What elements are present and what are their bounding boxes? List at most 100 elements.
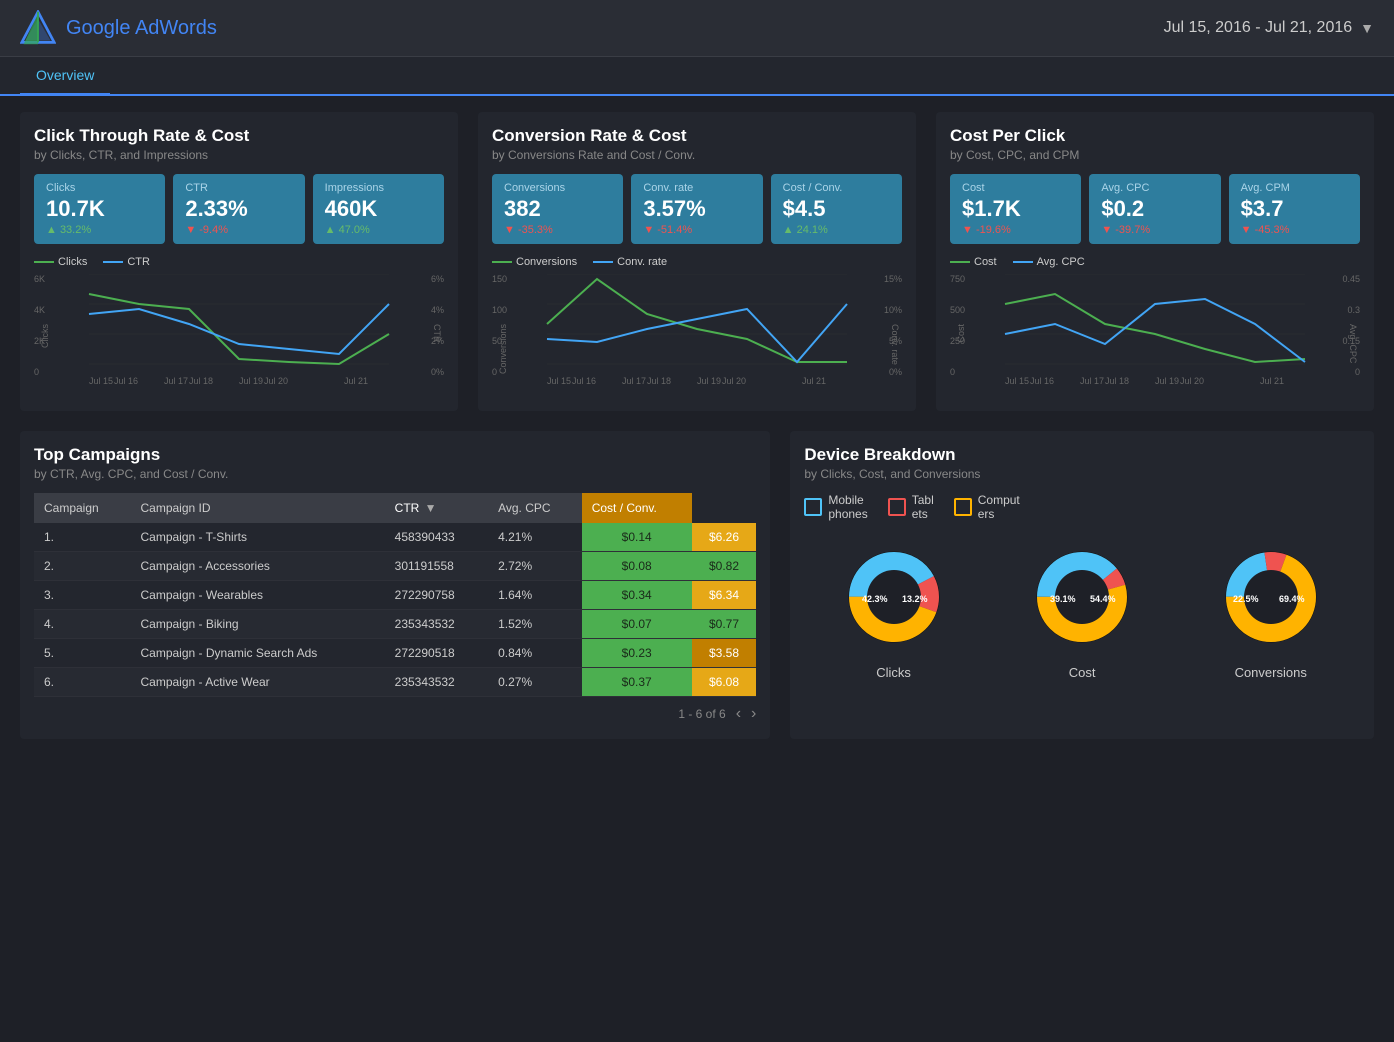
nav-overview[interactable]: Overview — [20, 57, 110, 96]
td-cpc: $0.37 — [582, 668, 692, 697]
legend-cost: Cost — [950, 256, 997, 268]
y-label-ctr: CTR — [432, 324, 442, 343]
td-id: 235343532 — [385, 668, 488, 697]
th-campaign[interactable]: Campaign — [34, 493, 131, 523]
legend-mobile: Mobilephones — [804, 493, 867, 521]
th-conv[interactable]: Cost / Conv. — [582, 493, 692, 523]
pager-prev-button[interactable]: ‹ — [736, 705, 741, 723]
td-conv: $6.08 — [692, 668, 757, 697]
donut-clicks: 42.3% 13.2% Clicks — [834, 537, 954, 680]
cpc-panel: Cost Per Click by Cost, CPC, and CPM Cos… — [936, 112, 1374, 411]
svg-text:Jul 19: Jul 19 — [1155, 376, 1179, 386]
stat-avg-cpc-value: $0.2 — [1101, 196, 1208, 222]
stat-ctr-value: 2.33% — [185, 196, 292, 222]
svg-text:54.4%: 54.4% — [1090, 594, 1116, 604]
td-cpc: $0.07 — [582, 610, 692, 639]
svg-text:39.1%: 39.1% — [1050, 594, 1076, 604]
stat-cost-conv-value: $4.5 — [783, 196, 890, 222]
pager: 1 - 6 of 6 ‹ › — [34, 697, 756, 725]
stat-avg-cpm-change: ▼ -45.3% — [1241, 224, 1348, 236]
bottom-row: Top Campaigns by CTR, Avg. CPC, and Cost… — [20, 431, 1374, 739]
svg-text:Jul 19: Jul 19 — [239, 376, 263, 386]
stat-ctr-label: CTR — [185, 182, 292, 194]
table-row: 1. Campaign - T-Shirts 458390433 4.21% $… — [34, 523, 756, 552]
svg-text:Jul 18: Jul 18 — [647, 376, 671, 386]
device-panel: Device Breakdown by Clicks, Cost, and Co… — [790, 431, 1374, 739]
y-label-avg-cpc: Avg. CPC — [1348, 324, 1358, 363]
computer-label: Computers — [978, 493, 1020, 521]
stat-clicks-change: ▲ 33.2% — [46, 224, 153, 236]
svg-text:Jul 21: Jul 21 — [344, 376, 368, 386]
mobile-label: Mobilephones — [828, 493, 867, 521]
table-row: 3. Campaign - Wearables 272290758 1.64% … — [34, 581, 756, 610]
td-campaign: Campaign - Dynamic Search Ads — [131, 639, 385, 668]
donut-cost-svg: 39.1% 54.4% — [1022, 537, 1142, 657]
td-campaign: Campaign - Accessories — [131, 552, 385, 581]
stat-conversions: Conversions 382 ▼ -35.3% — [492, 174, 623, 244]
conv-rate-subtitle: by Conversions Rate and Cost / Conv. — [492, 148, 902, 162]
campaigns-title: Top Campaigns — [34, 445, 756, 465]
pager-text: 1 - 6 of 6 — [678, 707, 725, 721]
table-row: 5. Campaign - Dynamic Search Ads 2722905… — [34, 639, 756, 668]
conv-rate-title: Conversion Rate & Cost — [492, 126, 902, 146]
legend-clicks-label: Clicks — [58, 256, 87, 268]
svg-text:Jul 21: Jul 21 — [1260, 376, 1284, 386]
donut-conversions-label: Conversions — [1235, 665, 1307, 680]
legend-cost-label: Cost — [974, 256, 997, 268]
ctr-cost-panel: Click Through Rate & Cost by Clicks, CTR… — [20, 112, 458, 411]
mobile-icon — [804, 498, 822, 516]
y-label-cost: Cost — [956, 324, 966, 343]
stat-conv-change: ▼ -35.3% — [504, 224, 611, 236]
th-cpc[interactable]: Avg. CPC — [488, 493, 582, 523]
td-cpc: $0.23 — [582, 639, 692, 668]
stat-cost: Cost $1.7K ▼ -19.6% — [950, 174, 1081, 244]
legend-ctr: CTR — [103, 256, 150, 268]
top-panels-row: Click Through Rate & Cost by Clicks, CTR… — [20, 112, 1374, 411]
legend-cost-line — [950, 261, 970, 263]
y-label-conversions: Conversions — [498, 324, 508, 374]
td-num: 5. — [34, 639, 131, 668]
cpc-subtitle: by Cost, CPC, and CPM — [950, 148, 1360, 162]
cpc-stats: Cost $1.7K ▼ -19.6% Avg. CPC $0.2 ▼ -39.… — [950, 174, 1360, 244]
th-ctr[interactable]: CTR ▼ — [385, 493, 488, 523]
svg-text:Jul 15: Jul 15 — [547, 376, 571, 386]
legend-ctr-label: CTR — [127, 256, 150, 268]
stat-conv-value: 382 — [504, 196, 611, 222]
donut-conversions-svg: 22.5% 69.4% — [1211, 537, 1331, 657]
legend-conv-label: Conversions — [516, 256, 577, 268]
tablet-label: Tablets — [912, 493, 934, 521]
td-ctr: 0.84% — [488, 639, 582, 668]
cpc-title: Cost Per Click — [950, 126, 1360, 146]
td-num: 1. — [34, 523, 131, 552]
svg-text:69.4%: 69.4% — [1279, 594, 1305, 604]
td-conv: $0.82 — [692, 552, 757, 581]
td-id: 235343532 — [385, 610, 488, 639]
legend-avg-cpc-label: Avg. CPC — [1037, 256, 1085, 268]
th-id[interactable]: Campaign ID — [131, 493, 385, 523]
legend-ctr-line — [103, 261, 123, 263]
svg-text:Jul 20: Jul 20 — [264, 376, 288, 386]
chart-3-svg: Jul 15 Jul 16 Jul 17 Jul 18 Jul 19 Jul 2… — [978, 274, 1332, 394]
td-campaign: Campaign - Wearables — [131, 581, 385, 610]
stat-cost-conv-change: ▲ 24.1% — [783, 224, 890, 236]
td-num: 3. — [34, 581, 131, 610]
campaign-table-body: 1. Campaign - T-Shirts 458390433 4.21% $… — [34, 523, 756, 697]
donut-row: 42.3% 13.2% Clicks — [804, 537, 1360, 680]
legend-clicks: Clicks — [34, 256, 87, 268]
pager-next-button[interactable]: › — [751, 705, 756, 723]
table-header-row: Campaign Campaign ID CTR ▼ Avg. CPC Cost… — [34, 493, 756, 523]
donut-conversions: 22.5% 69.4% Conversions — [1211, 537, 1331, 680]
table-row: 4. Campaign - Biking 235343532 1.52% $0.… — [34, 610, 756, 639]
stat-avg-cpm-label: Avg. CPM — [1241, 182, 1348, 194]
stat-conv-rate-label: Conv. rate — [643, 182, 750, 194]
chart-1-svg: Jul 15 Jul 16 Jul 17 Jul 18 Jul 19 Jul 2… — [62, 274, 416, 394]
legend-clicks-line — [34, 261, 54, 263]
svg-text:Jul 17: Jul 17 — [622, 376, 646, 386]
td-num: 4. — [34, 610, 131, 639]
td-ctr: 1.52% — [488, 610, 582, 639]
conv-rate-stats: Conversions 382 ▼ -35.3% Conv. rate 3.57… — [492, 174, 902, 244]
stat-impressions-value: 460K — [325, 196, 432, 222]
date-range-dropdown-icon[interactable]: ▼ — [1360, 20, 1374, 36]
date-range[interactable]: Jul 15, 2016 - Jul 21, 2016 ▼ — [1164, 19, 1374, 37]
stat-impressions: Impressions 460K ▲ 47.0% — [313, 174, 444, 244]
